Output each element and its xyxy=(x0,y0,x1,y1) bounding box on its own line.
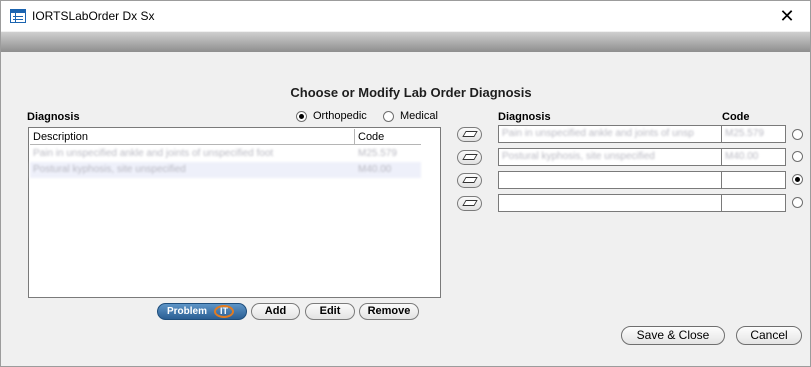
row-select-radio[interactable] xyxy=(792,151,803,162)
radio-medical-indicator[interactable] xyxy=(383,110,394,122)
column-header-description[interactable]: Description xyxy=(30,129,355,144)
radio-medical[interactable]: Medical xyxy=(383,110,438,122)
list-item[interactable]: Postural kyphosis, site unspecified M40.… xyxy=(30,162,421,178)
problem-it-label: Problem xyxy=(167,306,208,317)
problem-it-button[interactable]: Problem IT xyxy=(157,303,247,320)
page-title: Choose or Modify Lab Order Diagnosis xyxy=(290,85,532,100)
window-title: IORTSLabOrder Dx Sx xyxy=(32,9,155,23)
table-window-icon xyxy=(10,9,26,23)
row-select-radio[interactable] xyxy=(792,174,803,185)
radio-orthopedic-label: Orthopedic xyxy=(313,110,367,122)
remove-button[interactable]: Remove xyxy=(359,303,419,320)
clear-row-button[interactable] xyxy=(457,150,482,165)
code-field[interactable] xyxy=(721,194,786,212)
eraser-icon xyxy=(462,200,478,206)
save-close-button[interactable]: Save & Close xyxy=(621,326,725,345)
list-header: Description Code xyxy=(30,129,421,145)
title-bar: IORTSLabOrder Dx Sx ✕ xyxy=(1,1,810,31)
diagnosis-field[interactable] xyxy=(498,194,722,212)
eraser-icon xyxy=(462,131,478,137)
diagnosis-field-value: Pain in unspecified ankle and joints of … xyxy=(502,128,694,139)
radio-medical-label: Medical xyxy=(400,110,438,122)
code-field[interactable]: M25.579 xyxy=(721,125,786,143)
cancel-button[interactable]: Cancel xyxy=(736,326,802,345)
right-diagnosis-header: Diagnosis xyxy=(498,111,551,123)
left-diagnosis-label: Diagnosis xyxy=(27,111,80,123)
list-item-description: Pain in unspecified ankle and joints of … xyxy=(33,148,274,159)
code-field-value: M25.579 xyxy=(725,128,764,139)
list-item[interactable]: Pain in unspecified ankle and joints of … xyxy=(30,146,421,162)
eraser-icon xyxy=(462,154,478,160)
code-field-value: M40.00 xyxy=(725,151,759,162)
right-code-header: Code xyxy=(722,111,750,123)
diagnosis-field[interactable]: Pain in unspecified ankle and joints of … xyxy=(498,125,722,143)
clear-row-button[interactable] xyxy=(457,173,482,188)
list-item-code: M40.00 xyxy=(358,164,392,175)
column-header-code[interactable]: Code xyxy=(355,129,419,144)
radio-orthopedic-indicator[interactable] xyxy=(296,110,307,122)
list-item-description: Postural kyphosis, site unspecified xyxy=(33,164,186,175)
row-select-radio[interactable] xyxy=(792,129,803,140)
radio-orthopedic[interactable]: Orthopedic xyxy=(296,110,367,122)
diagnosis-field[interactable] xyxy=(498,171,722,189)
eraser-icon xyxy=(462,177,478,183)
list-item-code: M25.579 xyxy=(358,148,397,159)
diagnosis-field-value: Postural kyphosis, site unspecified xyxy=(502,151,655,162)
header-gradient-strip xyxy=(1,32,810,52)
code-field[interactable] xyxy=(721,171,786,189)
diagnosis-field[interactable]: Postural kyphosis, site unspecified xyxy=(498,148,722,166)
problem-it-badge: IT xyxy=(214,305,234,318)
close-icon[interactable]: ✕ xyxy=(764,1,810,31)
edit-button[interactable]: Edit xyxy=(305,303,355,320)
clear-row-button[interactable] xyxy=(457,127,482,142)
dialog-window: IORTSLabOrder Dx Sx ✕ Choose or Modify L… xyxy=(0,0,811,367)
clear-row-button[interactable] xyxy=(457,196,482,211)
diagnosis-list[interactable]: Description Code Pain in unspecified ank… xyxy=(28,127,441,298)
add-button[interactable]: Add xyxy=(251,303,300,320)
code-field[interactable]: M40.00 xyxy=(721,148,786,166)
row-select-radio[interactable] xyxy=(792,197,803,208)
